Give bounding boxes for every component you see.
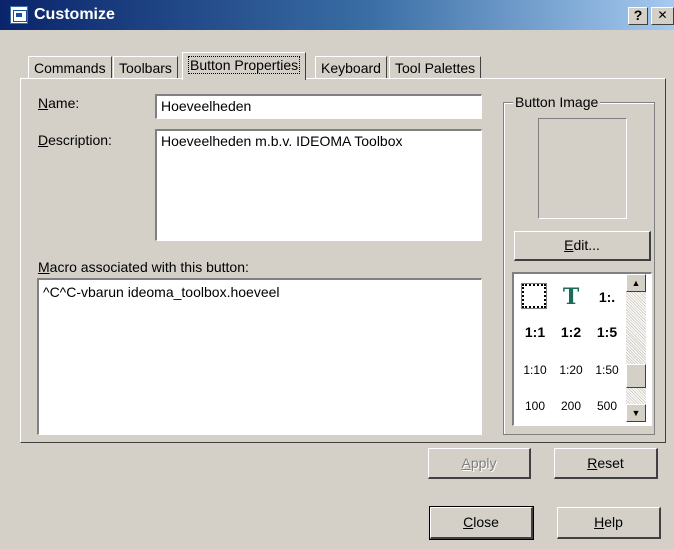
reset-button[interactable]: Reset [554,448,658,479]
palette-cell[interactable]: 200 [554,391,588,421]
close-button[interactable]: Close [429,506,534,540]
tab-label: Commands [34,60,106,76]
edit-button[interactable]: Edit... [514,231,651,261]
macro-field[interactable]: ^C^C-vbarun ideoma_toolbox.hoeveel [37,278,482,435]
palette-cell[interactable]: 1:50 [590,355,624,385]
description-field[interactable]: Hoeveelheden m.b.v. IDEOMA Toolbox [155,129,482,241]
scroll-down-icon[interactable]: ▼ [626,404,646,422]
palette-cell[interactable]: 1:. [590,282,624,312]
palette-cell[interactable]: 1:5 [590,317,624,347]
tab-tool-palettes[interactable]: Tool Palettes [389,56,482,79]
scroll-thumb[interactable] [626,364,646,388]
palette-cell[interactable]: 1:2 [554,317,588,347]
customize-dialog: Customize ? ✕ Commands Toolbars Button P… [0,0,674,549]
name-field[interactable]: Hoeveelheden [155,94,482,119]
tab-label: Keyboard [321,60,381,76]
palette-scrollbar[interactable]: ▲ ▼ [626,274,646,422]
button-image-title: Button Image [513,94,601,110]
close-title-button[interactable]: ✕ [651,7,674,25]
title-bar[interactable]: Customize ? ✕ [0,0,674,30]
t-icon: T [562,284,580,310]
tab-label: Button Properties [188,56,301,74]
app-icon [10,6,28,24]
macro-label: Macro associated with this button: [38,259,249,275]
tab-toolbars[interactable]: Toolbars [113,56,178,79]
window-title: Customize [34,6,115,23]
help-button[interactable]: Help [557,507,661,539]
name-label: Name: [38,95,80,111]
tab-commands[interactable]: Commands [28,56,112,79]
tab-label: Toolbars [119,60,172,76]
button-image-preview [538,118,627,219]
tab-button-properties[interactable]: Button Properties [182,52,307,80]
description-label: Description: [38,132,112,148]
apply-button[interactable]: Apply [428,448,531,479]
palette-cell[interactable]: 1:1 [518,317,552,347]
palette-cell[interactable]: 1:20 [554,355,588,385]
palette-cell[interactable]: 100 [518,391,552,421]
help-title-button[interactable]: ? [628,7,648,25]
palette-t-icon[interactable]: T [554,282,588,312]
tab-label: Tool Palettes [395,60,476,76]
selected-icon [521,283,547,309]
palette-cell[interactable]: 500 [590,391,624,421]
palette-blank-cell[interactable] [518,282,552,312]
tab-keyboard[interactable]: Keyboard [315,56,387,79]
scroll-up-icon[interactable]: ▲ [626,274,646,292]
palette-cell[interactable]: 1:10 [518,355,552,385]
